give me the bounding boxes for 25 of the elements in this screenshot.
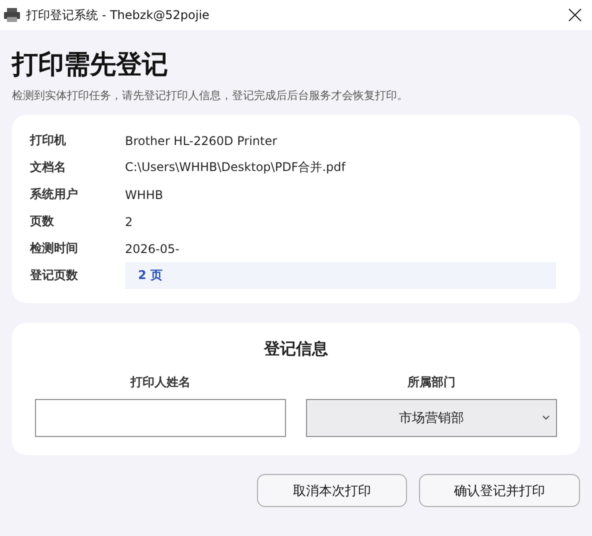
detail-label: 系统用户 (30, 186, 79, 203)
department-dropdown[interactable]: 市场营销部 (306, 399, 557, 437)
detail-value: C:\Users\WHHB\Desktop\PDF合并.pdf (125, 159, 347, 176)
subtitle: 检测到实体打印任务，请先登记打印人信息，登记完成后后台服务才会恢复打印。 (12, 88, 409, 103)
window-title: 打印登记系统 - Thebzk@52pojie (26, 6, 210, 24)
form-title: 登记信息 (262, 339, 329, 360)
name-field[interactable] (35, 399, 286, 437)
field-label: 所属部门 (408, 374, 456, 391)
detail-label: 登记页数 (30, 267, 79, 284)
detail-value: 2026-05- (125, 242, 180, 256)
detail-label: 文档名 (30, 159, 67, 176)
detail-value: Brother HL-2260D Printer (125, 134, 278, 148)
detail-label: 检测时间 (30, 240, 79, 257)
cancel-button[interactable]: 取消本次打印 (257, 474, 407, 507)
caret-icon (542, 415, 550, 421)
page-heading: 打印需先登记 (12, 49, 169, 82)
field-label: 打印人姓名 (130, 374, 190, 391)
confirm-button[interactable]: 确认登记并打印 (419, 474, 580, 507)
detail-value: WHHB (125, 188, 164, 202)
detail-value: 2 (125, 214, 134, 228)
registered-pages-value: 2 页 (125, 262, 556, 289)
detail-label: 页数 (30, 213, 55, 230)
close-icon (568, 8, 582, 22)
detail-label: 打印机 (30, 132, 67, 149)
printer-icon (4, 8, 20, 22)
